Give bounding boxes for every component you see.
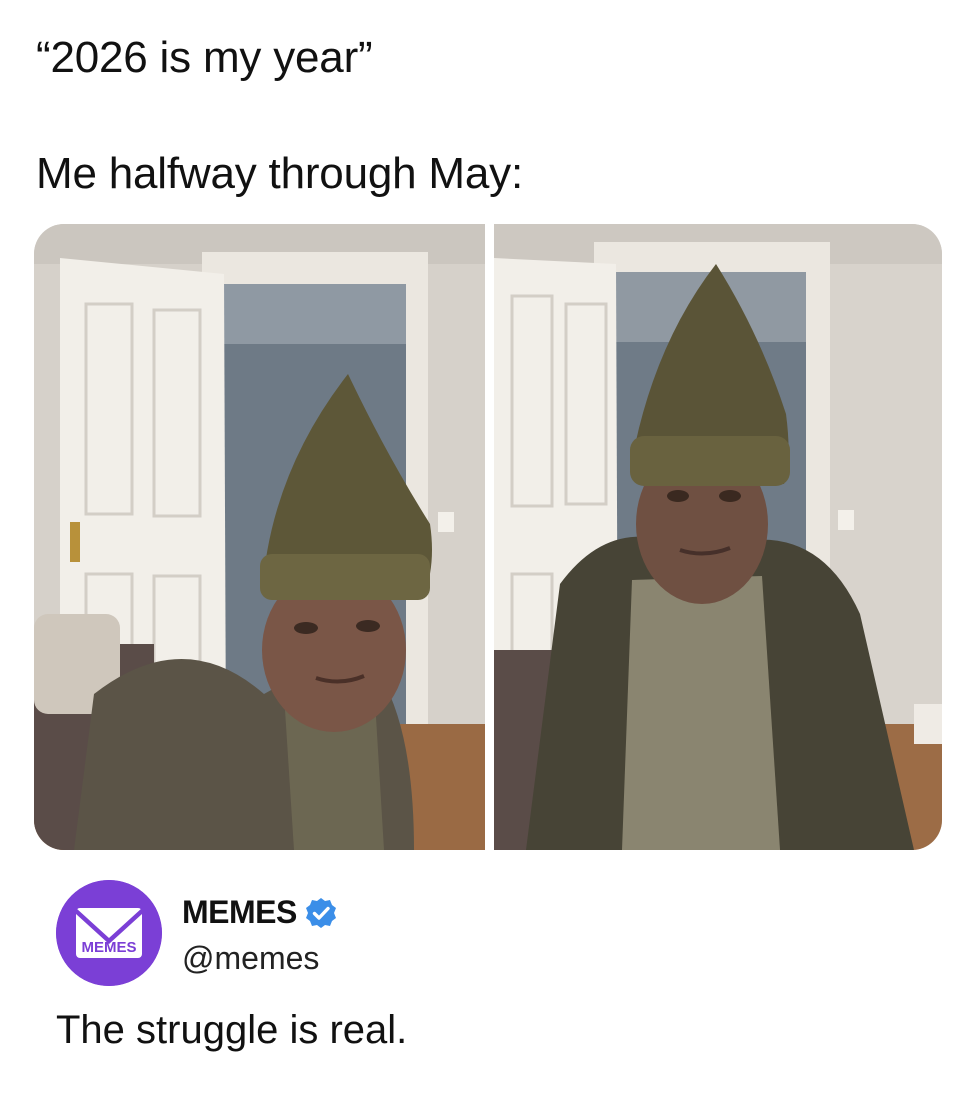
memes-logo-icon: MEMES	[56, 880, 162, 986]
account-handle[interactable]: @memes	[182, 940, 319, 977]
account-header[interactable]: MEMES MEMES @memes	[56, 880, 936, 1000]
photo-after	[494, 224, 942, 850]
caption-line-1: “2026 is my year”	[36, 33, 373, 82]
photo-before	[34, 224, 485, 850]
photo-collage	[34, 224, 942, 850]
photo-before-image	[34, 224, 485, 850]
avatar[interactable]: MEMES	[56, 880, 162, 986]
caption-line-2: Me halfway through May:	[36, 149, 523, 198]
verified-check-icon	[305, 897, 336, 928]
tweet-text: The struggle is real.	[56, 1008, 408, 1052]
avatar-text: MEMES	[81, 939, 136, 956]
display-name-row: MEMES	[182, 894, 337, 931]
photo-after-image	[494, 224, 942, 850]
display-name[interactable]: MEMES	[182, 894, 297, 931]
